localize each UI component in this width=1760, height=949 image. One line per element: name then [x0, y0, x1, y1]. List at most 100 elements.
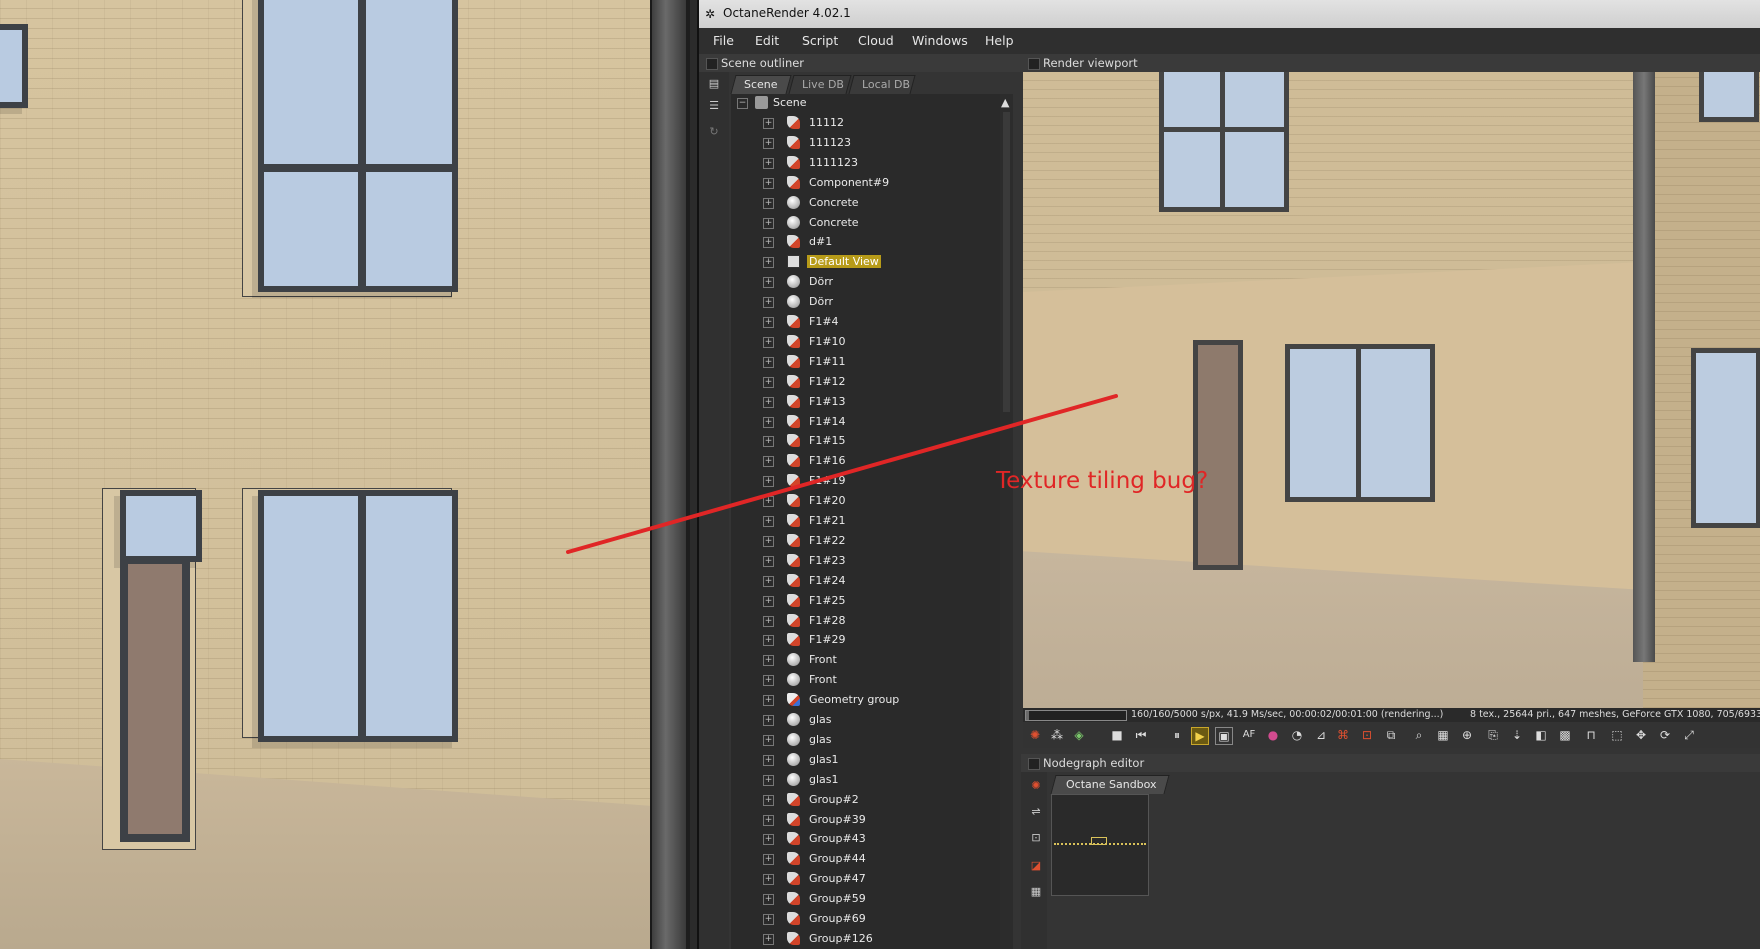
- collapse-icon[interactable]: ☰: [707, 100, 721, 112]
- tree-item[interactable]: + Front: [731, 671, 999, 689]
- tree-item[interactable]: + Front: [731, 651, 999, 669]
- collapse-toggle-icon[interactable]: −: [737, 98, 748, 109]
- tab-local-db[interactable]: Local DB: [848, 75, 916, 94]
- expand-toggle-icon[interactable]: +: [763, 595, 774, 607]
- tree-item[interactable]: + Geometry group: [731, 691, 999, 709]
- tab-live-db[interactable]: Live DB: [788, 75, 852, 94]
- tree-item[interactable]: + Group#43: [731, 830, 999, 848]
- expand-toggle-icon[interactable]: +: [763, 814, 774, 826]
- picker-icon[interactable]: ⁂: [1049, 727, 1065, 743]
- tree-item[interactable]: + F1#12: [731, 373, 999, 391]
- tree-item[interactable]: + Concrete: [731, 194, 999, 212]
- af-icon[interactable]: AF: [1241, 727, 1257, 743]
- panel-toggle-icon[interactable]: [1028, 58, 1040, 70]
- expand-toggle-icon[interactable]: +: [763, 734, 774, 746]
- tree-item[interactable]: + Dörr: [731, 273, 999, 291]
- layer-icon[interactable]: ◧: [1533, 727, 1549, 743]
- layers-icon[interactable]: ▤: [707, 78, 721, 90]
- tree-item[interactable]: + F1#25: [731, 592, 999, 610]
- title-bar[interactable]: ✲ OctaneRender 4.02.1: [699, 0, 1760, 28]
- tree-item[interactable]: + F1#13: [731, 393, 999, 411]
- expand-toggle-icon[interactable]: +: [763, 137, 774, 149]
- tree-item[interactable]: + glas1: [731, 751, 999, 769]
- expand-toggle-icon[interactable]: +: [763, 675, 774, 687]
- tree-item[interactable]: + Concrete: [731, 214, 999, 232]
- refresh-icon[interactable]: ↻: [707, 126, 721, 138]
- expand-toggle-icon[interactable]: +: [763, 834, 774, 846]
- expand-toggle-icon[interactable]: +: [763, 157, 774, 169]
- nodegraph-canvas[interactable]: [1049, 794, 1760, 949]
- tree-item[interactable]: + F1#22: [731, 532, 999, 550]
- save-image-icon[interactable]: ▩: [1557, 727, 1573, 743]
- expand-toggle-icon[interactable]: +: [763, 496, 774, 508]
- tree-item[interactable]: + F1#28: [731, 612, 999, 630]
- tree-item[interactable]: + F1#19: [731, 472, 999, 490]
- tree-item[interactable]: + Group#2: [731, 791, 999, 809]
- tree-item[interactable]: + F1#15: [731, 432, 999, 450]
- menu-help[interactable]: Help: [985, 33, 1014, 48]
- clay-icon[interactable]: ⌘: [1335, 727, 1351, 743]
- move-icon[interactable]: ✥: [1633, 727, 1649, 743]
- tree-item[interactable]: + F1#23: [731, 552, 999, 570]
- menu-file[interactable]: File: [713, 33, 734, 48]
- expand-toggle-icon[interactable]: +: [763, 635, 774, 647]
- rotate-icon[interactable]: ⟳: [1657, 727, 1673, 743]
- tree-item[interactable]: + glas: [731, 711, 999, 729]
- expand-toggle-icon[interactable]: +: [763, 336, 774, 348]
- expand-toggle-icon[interactable]: +: [763, 516, 774, 527]
- tree-item[interactable]: +1111123: [731, 154, 999, 172]
- recenter-icon[interactable]: ✺: [1029, 780, 1043, 792]
- grid-icon[interactable]: ▦: [1435, 727, 1451, 743]
- film-region-icon[interactable]: ⧉: [1383, 727, 1399, 743]
- select-icon[interactable]: ⊡: [1029, 832, 1043, 844]
- tree-item[interactable]: + F1#21: [731, 512, 999, 530]
- aperture-icon[interactable]: ⊿: [1313, 727, 1329, 743]
- tree-item[interactable]: + F1#24: [731, 572, 999, 590]
- tree-item[interactable]: + Group#44: [731, 850, 999, 868]
- scroll-up-icon[interactable]: ▲: [1001, 96, 1009, 109]
- expand-toggle-icon[interactable]: +: [763, 257, 774, 269]
- tree-item[interactable]: + F1#11: [731, 353, 999, 371]
- tree-item[interactable]: + F1#29: [731, 631, 999, 649]
- play-icon[interactable]: ▶: [1191, 727, 1209, 745]
- tree-item[interactable]: + Group#39: [731, 811, 999, 829]
- tree-item[interactable]: + Group#126: [731, 930, 999, 948]
- recenter-view-icon[interactable]: ✺: [1027, 727, 1043, 743]
- expand-toggle-icon[interactable]: +: [763, 754, 774, 766]
- render-viewport[interactable]: [1023, 72, 1760, 708]
- tree-item[interactable]: +111123: [731, 134, 999, 152]
- expand-toggle-icon[interactable]: +: [763, 356, 774, 368]
- expand-toggle-icon[interactable]: +: [763, 535, 774, 547]
- outliner-scrollbar[interactable]: ▲: [1000, 94, 1013, 949]
- tree-item[interactable]: + F1#10: [731, 333, 999, 351]
- tree-item[interactable]: + Default View: [731, 253, 999, 271]
- expand-toggle-icon[interactable]: +: [763, 914, 774, 925]
- realtime-icon[interactable]: ▣: [1215, 727, 1233, 745]
- expand-toggle-icon[interactable]: +: [763, 555, 774, 567]
- expand-toggle-icon[interactable]: +: [763, 376, 774, 388]
- tree-item[interactable]: + F1#14: [731, 413, 999, 431]
- tab-scene[interactable]: Scene: [730, 75, 792, 94]
- expand-toggle-icon[interactable]: +: [763, 655, 774, 667]
- import-icon[interactable]: ⇣: [1509, 727, 1525, 743]
- expand-toggle-icon[interactable]: +: [763, 933, 774, 945]
- pause-icon[interactable]: ⏸: [1169, 727, 1185, 743]
- expand-toggle-icon[interactable]: +: [763, 456, 774, 468]
- tree-item[interactable]: + Component#9: [731, 174, 999, 192]
- tree-item[interactable]: + Dörr: [731, 293, 999, 311]
- expand-toggle-icon[interactable]: +: [763, 615, 774, 627]
- menu-edit[interactable]: Edit: [755, 33, 779, 48]
- expand-toggle-icon[interactable]: +: [763, 177, 774, 189]
- lock-icon[interactable]: ⊓: [1583, 727, 1599, 743]
- dial-icon[interactable]: ⊕: [1459, 727, 1475, 743]
- material-picker-icon[interactable]: ◈: [1071, 727, 1087, 743]
- nodegraph-navigator[interactable]: [1051, 794, 1149, 896]
- expand-toggle-icon[interactable]: +: [763, 277, 774, 289]
- tree-item[interactable]: + F1#4: [731, 313, 999, 331]
- cube-icon[interactable]: ⬚: [1609, 727, 1625, 743]
- tree-item[interactable]: + Group#69: [731, 910, 999, 928]
- expand-toggle-icon[interactable]: +: [763, 476, 774, 488]
- expand-toggle-icon[interactable]: +: [763, 217, 774, 229]
- expand-toggle-icon[interactable]: +: [763, 854, 774, 866]
- expand-toggle-icon[interactable]: +: [763, 297, 774, 309]
